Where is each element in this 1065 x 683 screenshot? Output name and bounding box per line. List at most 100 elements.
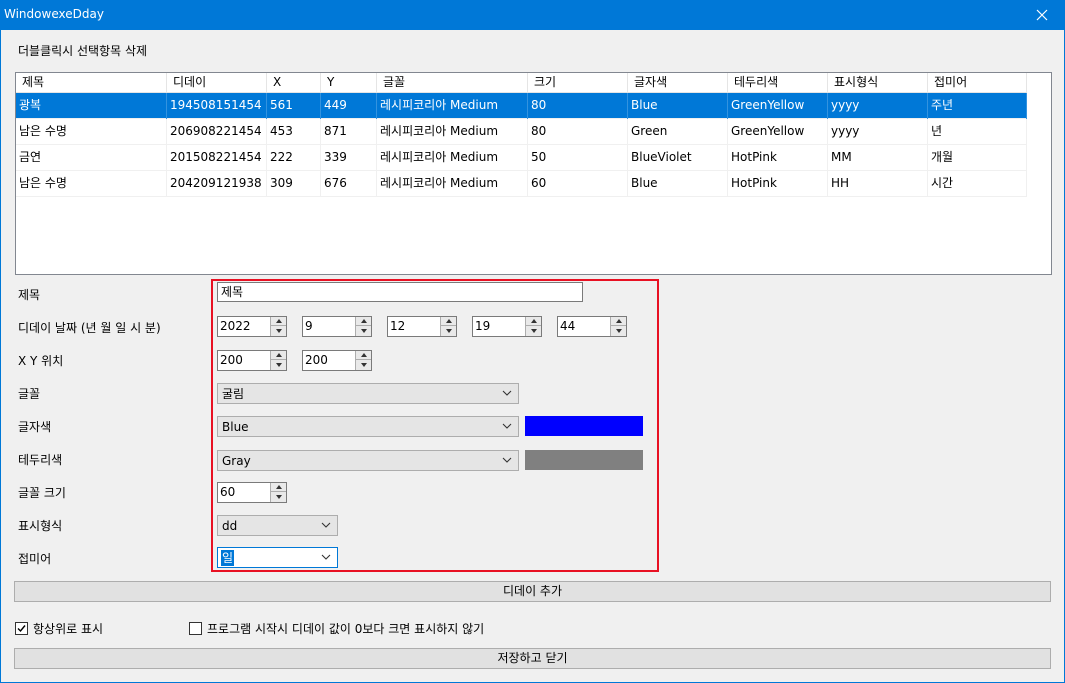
window-title: WindowexeDday bbox=[4, 7, 104, 21]
spin-up-icon[interactable] bbox=[271, 351, 286, 360]
y-value: 200 bbox=[305, 353, 328, 367]
suffix-select[interactable]: 일 bbox=[217, 547, 338, 568]
close-button[interactable] bbox=[1019, 0, 1065, 30]
table-row[interactable]: 남은 수명 206908221454 453 871 레시피코리아 Medium… bbox=[16, 119, 1027, 145]
y-stepper[interactable]: 200 bbox=[302, 350, 372, 371]
hide-positive-checkbox[interactable] bbox=[189, 622, 202, 635]
fore-color-select[interactable]: Blue bbox=[217, 416, 519, 437]
cell-y: 449 bbox=[321, 93, 377, 119]
border-color-select[interactable]: Gray bbox=[217, 450, 519, 471]
spin-up-icon[interactable] bbox=[441, 317, 456, 326]
x-spin[interactable] bbox=[270, 351, 286, 370]
save-close-button[interactable]: 저장하고 닫기 bbox=[14, 648, 1051, 669]
year-spin[interactable] bbox=[270, 317, 286, 336]
chevron-down-icon bbox=[321, 522, 331, 528]
year-stepper[interactable]: 2022 bbox=[217, 316, 287, 337]
cell-fore-color: BlueViolet bbox=[628, 145, 728, 171]
column-header-dday[interactable]: 디데이 bbox=[167, 73, 267, 93]
cell-size: 80 bbox=[528, 93, 628, 119]
fore-color-swatch[interactable] bbox=[525, 416, 643, 436]
list-header: 제목 디데이 X Y 글꼴 크기 글자색 테두리색 표시형식 접미어 bbox=[16, 73, 1027, 93]
cell-border-color: HotPink bbox=[728, 145, 828, 171]
cell-size: 80 bbox=[528, 119, 628, 145]
cell-fore-color: Blue bbox=[628, 93, 728, 119]
spin-up-icon[interactable] bbox=[356, 317, 371, 326]
cell-fore-color: Blue bbox=[628, 171, 728, 197]
title-input[interactable]: 제목 bbox=[217, 282, 583, 302]
topmost-checkbox[interactable] bbox=[15, 622, 28, 635]
x-stepper[interactable]: 200 bbox=[217, 350, 287, 371]
format-select-value: dd bbox=[222, 519, 238, 533]
close-icon bbox=[1036, 9, 1048, 21]
column-header-title[interactable]: 제목 bbox=[16, 73, 167, 93]
spin-up-icon[interactable] bbox=[611, 317, 626, 326]
minute-stepper[interactable]: 44 bbox=[557, 316, 627, 337]
y-spin[interactable] bbox=[355, 351, 371, 370]
column-header-border-color[interactable]: 테두리색 bbox=[728, 73, 828, 93]
table-row[interactable]: 남은 수명 204209121938 309 676 레시피코리아 Medium… bbox=[16, 171, 1027, 197]
spin-up-icon[interactable] bbox=[271, 483, 286, 492]
month-value: 9 bbox=[305, 319, 313, 333]
add-dday-button[interactable]: 디데이 추가 bbox=[14, 581, 1051, 602]
spin-down-icon[interactable] bbox=[526, 326, 541, 335]
cell-font: 레시피코리아 Medium bbox=[377, 119, 528, 145]
spin-down-icon[interactable] bbox=[271, 360, 286, 369]
cell-title: 금연 bbox=[16, 145, 167, 171]
font-size-stepper[interactable]: 60 bbox=[217, 482, 287, 503]
cell-font: 레시피코리아 Medium bbox=[377, 93, 528, 119]
font-size-spin[interactable] bbox=[270, 483, 286, 502]
border-color-swatch[interactable] bbox=[525, 450, 643, 470]
cell-x: 561 bbox=[267, 93, 321, 119]
day-stepper[interactable]: 12 bbox=[387, 316, 457, 337]
cell-suffix: 주년 bbox=[928, 93, 1027, 119]
day-spin[interactable] bbox=[440, 317, 456, 336]
column-header-format[interactable]: 표시형식 bbox=[828, 73, 928, 93]
suffix-select-value: 일 bbox=[221, 550, 235, 566]
cell-format: yyyy bbox=[828, 93, 928, 119]
cell-font: 레시피코리아 Medium bbox=[377, 145, 528, 171]
cell-x: 222 bbox=[267, 145, 321, 171]
cell-x: 453 bbox=[267, 119, 321, 145]
hour-stepper[interactable]: 19 bbox=[472, 316, 542, 337]
spin-down-icon[interactable] bbox=[611, 326, 626, 335]
cell-y: 676 bbox=[321, 171, 377, 197]
cell-title: 남은 수명 bbox=[16, 119, 167, 145]
minute-spin[interactable] bbox=[610, 317, 626, 336]
format-select[interactable]: dd bbox=[217, 515, 338, 536]
spin-down-icon[interactable] bbox=[356, 326, 371, 335]
border-color-select-value: Gray bbox=[222, 454, 251, 468]
dday-list[interactable]: 제목 디데이 X Y 글꼴 크기 글자색 테두리색 표시형식 접미어 광복 19… bbox=[15, 72, 1052, 275]
check-icon bbox=[17, 625, 26, 633]
hide-positive-label[interactable]: 프로그램 시작시 디데이 값이 0보다 크면 표시하지 않기 bbox=[207, 620, 484, 637]
column-header-fore-color[interactable]: 글자색 bbox=[628, 73, 728, 93]
spin-down-icon[interactable] bbox=[271, 492, 286, 501]
month-spin[interactable] bbox=[355, 317, 371, 336]
spin-down-icon[interactable] bbox=[271, 326, 286, 335]
spin-up-icon[interactable] bbox=[356, 351, 371, 360]
title-bar: WindowexeDday bbox=[0, 0, 1065, 30]
column-header-font[interactable]: 글꼴 bbox=[377, 73, 528, 93]
chevron-down-icon bbox=[502, 423, 512, 429]
topmost-label[interactable]: 항상위로 표시 bbox=[33, 620, 103, 637]
cell-format: HH bbox=[828, 171, 928, 197]
column-header-suffix[interactable]: 접미어 bbox=[928, 73, 1027, 93]
cell-x: 309 bbox=[267, 171, 321, 197]
month-stepper[interactable]: 9 bbox=[302, 316, 372, 337]
column-header-y[interactable]: Y bbox=[321, 73, 377, 93]
spin-up-icon[interactable] bbox=[271, 317, 286, 326]
spin-down-icon[interactable] bbox=[356, 360, 371, 369]
cell-suffix: 개월 bbox=[928, 145, 1027, 171]
column-header-x[interactable]: X bbox=[267, 73, 321, 93]
chevron-down-icon bbox=[502, 390, 512, 396]
table-row[interactable]: 금연 201508221454 222 339 레시피코리아 Medium 50… bbox=[16, 145, 1027, 171]
list-rows: 광복 194508151454 561 449 레시피코리아 Medium 80… bbox=[16, 93, 1027, 197]
table-row[interactable]: 광복 194508151454 561 449 레시피코리아 Medium 80… bbox=[16, 93, 1027, 119]
spin-down-icon[interactable] bbox=[441, 326, 456, 335]
hour-spin[interactable] bbox=[525, 317, 541, 336]
font-select[interactable]: 굴림 bbox=[217, 383, 519, 404]
suffix-label: 접미어 bbox=[18, 552, 52, 566]
cell-suffix: 시간 bbox=[928, 171, 1027, 197]
spin-up-icon[interactable] bbox=[526, 317, 541, 326]
column-header-size[interactable]: 크기 bbox=[528, 73, 628, 93]
day-value: 12 bbox=[390, 319, 406, 333]
